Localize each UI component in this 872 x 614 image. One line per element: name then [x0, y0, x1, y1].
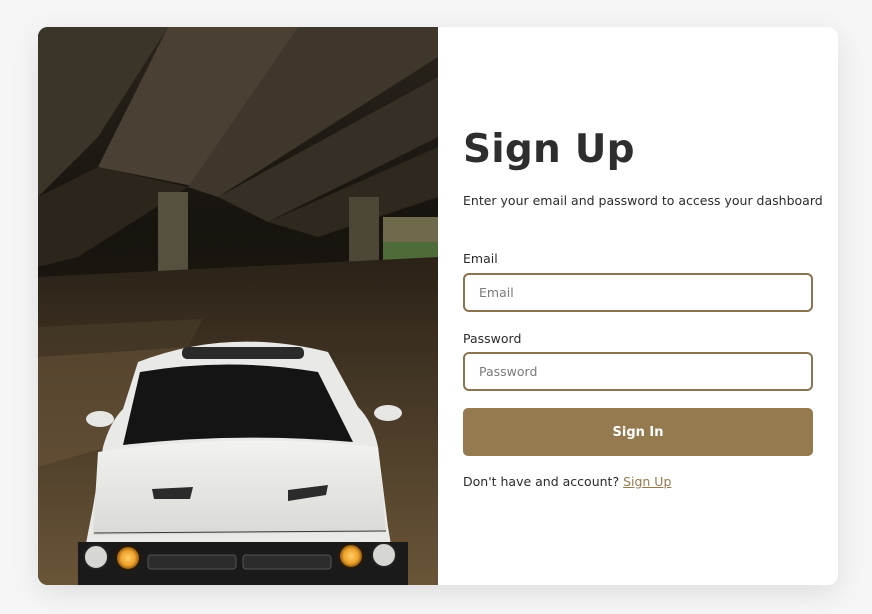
password-label: Password — [463, 331, 522, 346]
car-photo-icon — [38, 27, 438, 585]
auth-card: Sign Up Enter your email and password to… — [38, 27, 838, 585]
sign-up-prompt: Don't have and account? Sign Up — [463, 474, 671, 489]
sign-up-form: Sign Up Enter your email and password to… — [438, 27, 838, 585]
password-field[interactable] — [463, 352, 813, 391]
page-title: Sign Up — [463, 127, 635, 172]
sign-in-button[interactable]: Sign In — [463, 408, 813, 456]
sign-up-prompt-text: Don't have and account? — [463, 474, 620, 489]
car-photo — [38, 27, 438, 585]
sign-up-link[interactable]: Sign Up — [623, 474, 671, 489]
page-subtitle: Enter your email and password to access … — [463, 193, 823, 208]
email-label: Email — [463, 251, 498, 266]
email-field[interactable] — [463, 273, 813, 312]
